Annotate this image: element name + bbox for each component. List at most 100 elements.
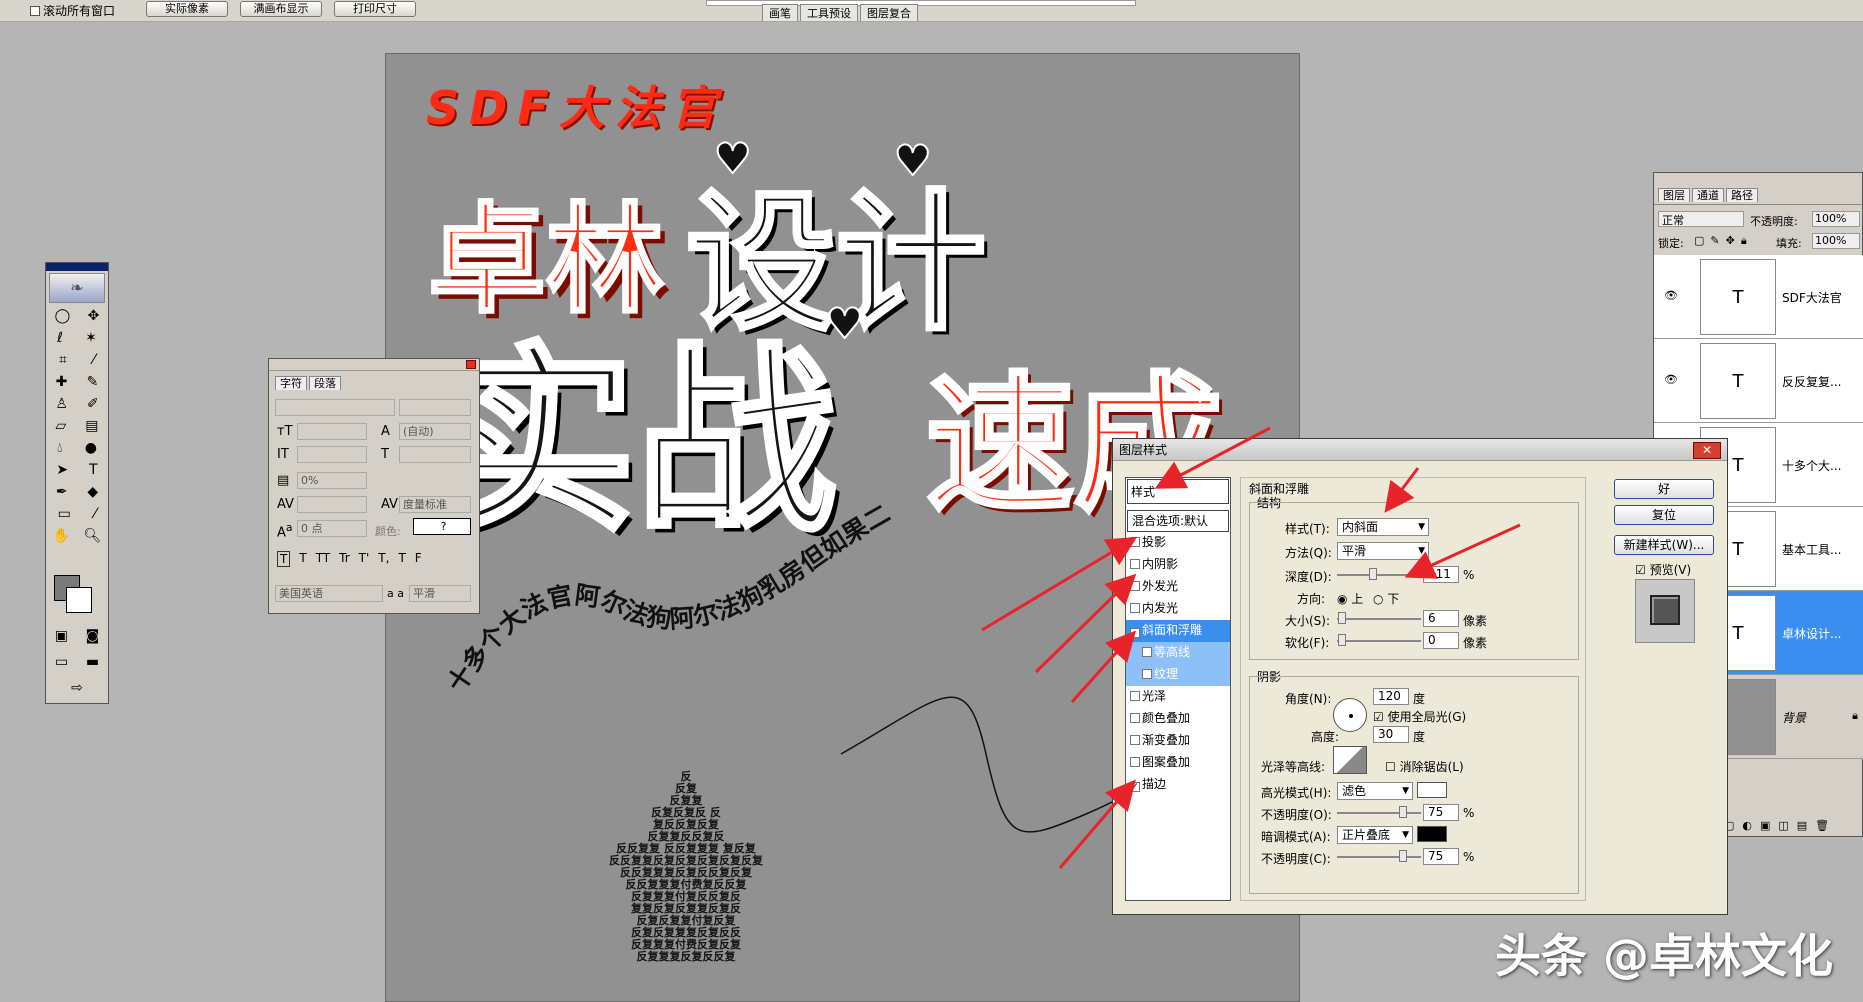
- preview-checkbox[interactable]: ☑ 预览(V): [1635, 561, 1691, 578]
- dodge-icon[interactable]: ●: [85, 440, 97, 456]
- tab-layers[interactable]: 图层: [1658, 188, 1690, 202]
- tab-paths[interactable]: 路径: [1726, 188, 1758, 202]
- size-field[interactable]: 6: [1423, 610, 1459, 627]
- eraser-icon[interactable]: ▱: [55, 418, 66, 434]
- direction-down-radio[interactable]: ○ 下: [1373, 590, 1399, 607]
- soften-field[interactable]: 0: [1423, 632, 1459, 649]
- all-caps-button[interactable]: TT: [316, 551, 330, 567]
- jump-to-imageready-icon[interactable]: ⇨: [71, 680, 83, 696]
- language-select[interactable]: 美国英语: [275, 585, 383, 602]
- tab-paragraph[interactable]: 段落: [309, 376, 341, 390]
- tab-tool-presets[interactable]: 工具预设: [800, 4, 858, 21]
- style-item[interactable]: 内发光: [1126, 598, 1230, 620]
- screen-mode-full-icon[interactable]: ▬: [86, 654, 99, 670]
- direction-up-radio[interactable]: ◉ 上: [1337, 590, 1363, 607]
- size-slider[interactable]: [1337, 618, 1421, 620]
- stamp-icon[interactable]: ♙: [55, 396, 68, 412]
- leading-field[interactable]: (自动): [399, 423, 471, 440]
- superscript-button[interactable]: T': [359, 551, 370, 567]
- checkbox[interactable]: [1130, 559, 1140, 569]
- tab-brushes[interactable]: 画笔: [762, 4, 798, 21]
- underline-button[interactable]: T: [398, 551, 405, 567]
- style-item[interactable]: 投影: [1126, 532, 1230, 554]
- kerning-field[interactable]: [297, 496, 367, 513]
- eye-icon[interactable]: 👁︎: [1664, 373, 1678, 386]
- checkbox[interactable]: [1130, 603, 1140, 613]
- faux-italic-button[interactable]: T: [299, 551, 306, 567]
- highlight-mode-select[interactable]: 滤色 ▼: [1337, 782, 1413, 800]
- shadow-opacity-slider[interactable]: [1337, 856, 1421, 858]
- highlight-color-swatch[interactable]: [1417, 782, 1447, 798]
- style-item[interactable]: ✓ 描边: [1126, 774, 1230, 796]
- standard-mode-icon[interactable]: ▣: [55, 628, 68, 644]
- tab-layer-comps[interactable]: 图层复合: [860, 4, 918, 21]
- fit-screen-button[interactable]: 满画布显示: [240, 1, 322, 17]
- style-subitem[interactable]: 纹理: [1126, 664, 1230, 686]
- path-select-icon[interactable]: ➤: [56, 462, 68, 478]
- zoom-icon[interactable]: 🔍︎: [84, 528, 102, 544]
- type-icon[interactable]: T: [89, 462, 98, 478]
- history-brush-icon[interactable]: ✐: [87, 396, 99, 412]
- gloss-contour-picker[interactable]: [1333, 746, 1367, 774]
- faux-bold-button[interactable]: T: [277, 551, 291, 567]
- opacity-field[interactable]: 100%: [1812, 211, 1860, 227]
- antialias-checkbox[interactable]: ☐ 消除锯齿(L): [1385, 758, 1464, 775]
- antialias-select[interactable]: 平滑: [409, 585, 471, 602]
- highlight-opacity-knob[interactable]: [1399, 806, 1407, 818]
- eye-icon[interactable]: 👁︎: [1664, 289, 1678, 302]
- checkbox[interactable]: [1130, 735, 1140, 745]
- subscript-button[interactable]: T,: [378, 551, 389, 567]
- style-item[interactable]: 颜色叠加: [1126, 708, 1230, 730]
- style-item[interactable]: 内阴影: [1126, 554, 1230, 576]
- healing-icon[interactable]: ✚: [56, 374, 68, 390]
- checkbox-checked[interactable]: ✓: [1130, 628, 1140, 638]
- size-slider-knob[interactable]: [1338, 612, 1346, 624]
- soften-slider[interactable]: [1337, 640, 1421, 642]
- checkbox[interactable]: [1130, 713, 1140, 723]
- vertical-scale-field[interactable]: [297, 446, 367, 463]
- baseline-field[interactable]: 0 点: [297, 520, 367, 537]
- small-caps-button[interactable]: Tr: [339, 551, 350, 567]
- hand-icon[interactable]: ✋: [53, 528, 70, 544]
- new-style-button[interactable]: 新建样式(W)...: [1614, 535, 1714, 555]
- font-style-select[interactable]: [399, 399, 471, 416]
- tab-character[interactable]: 字符: [275, 376, 307, 390]
- depth-slider[interactable]: [1337, 574, 1421, 576]
- checkbox[interactable]: [1130, 537, 1140, 547]
- background-color-swatch[interactable]: [66, 587, 92, 613]
- style-item-selected[interactable]: ✓ 斜面和浮雕: [1126, 620, 1230, 642]
- tab-channels[interactable]: 通道: [1692, 188, 1724, 202]
- style-item[interactable]: 光泽: [1126, 686, 1230, 708]
- depth-slider-knob[interactable]: [1369, 568, 1377, 580]
- eyedropper-icon[interactable]: ⁄: [94, 506, 96, 522]
- screen-mode-icon[interactable]: ▭: [55, 654, 68, 670]
- gradient-icon[interactable]: ▤: [85, 418, 98, 434]
- shadow-opacity-knob[interactable]: [1399, 850, 1407, 862]
- checkbox[interactable]: [1130, 757, 1140, 767]
- close-icon[interactable]: [466, 360, 476, 369]
- actual-pixels-button[interactable]: 实际像素: [146, 1, 228, 17]
- layers-footer-icons[interactable]: ▢◐▣◫▤🗑︎: [1724, 819, 1837, 832]
- angle-field[interactable]: 120: [1373, 688, 1409, 705]
- shape-icon[interactable]: ◆: [87, 484, 98, 500]
- kerning-type-select[interactable]: 度量标准: [399, 496, 471, 513]
- global-light-checkbox[interactable]: ☑ 使用全局光(G): [1373, 708, 1466, 725]
- pen-icon[interactable]: ✒: [56, 484, 68, 500]
- shadow-color-swatch[interactable]: [1417, 826, 1447, 842]
- highlight-opacity-slider[interactable]: [1337, 812, 1421, 814]
- ok-button[interactable]: 好: [1614, 479, 1714, 499]
- crop-icon[interactable]: ⌗: [59, 352, 67, 368]
- altitude-field[interactable]: 30: [1373, 726, 1409, 743]
- layer-row[interactable]: 👁︎ T 反反复复...: [1654, 339, 1863, 423]
- style-item[interactable]: 图案叠加: [1126, 752, 1230, 774]
- lock-icons[interactable]: ▢✎✥🔒︎: [1694, 234, 1753, 248]
- tracking-field[interactable]: 0%: [297, 472, 367, 489]
- fill-field[interactable]: 100%: [1812, 233, 1860, 249]
- notes-icon[interactable]: ▭: [58, 506, 71, 522]
- magic-wand-icon[interactable]: ✶: [85, 330, 97, 346]
- reset-button[interactable]: 复位: [1614, 505, 1714, 525]
- scroll-all-checkbox[interactable]: 滚动所有窗口: [30, 2, 115, 19]
- technique-select[interactable]: 平滑 ▼: [1337, 542, 1429, 560]
- bevel-style-select[interactable]: 内斜面 ▼: [1337, 518, 1429, 536]
- blend-options-item[interactable]: 混合选项:默认: [1127, 510, 1229, 532]
